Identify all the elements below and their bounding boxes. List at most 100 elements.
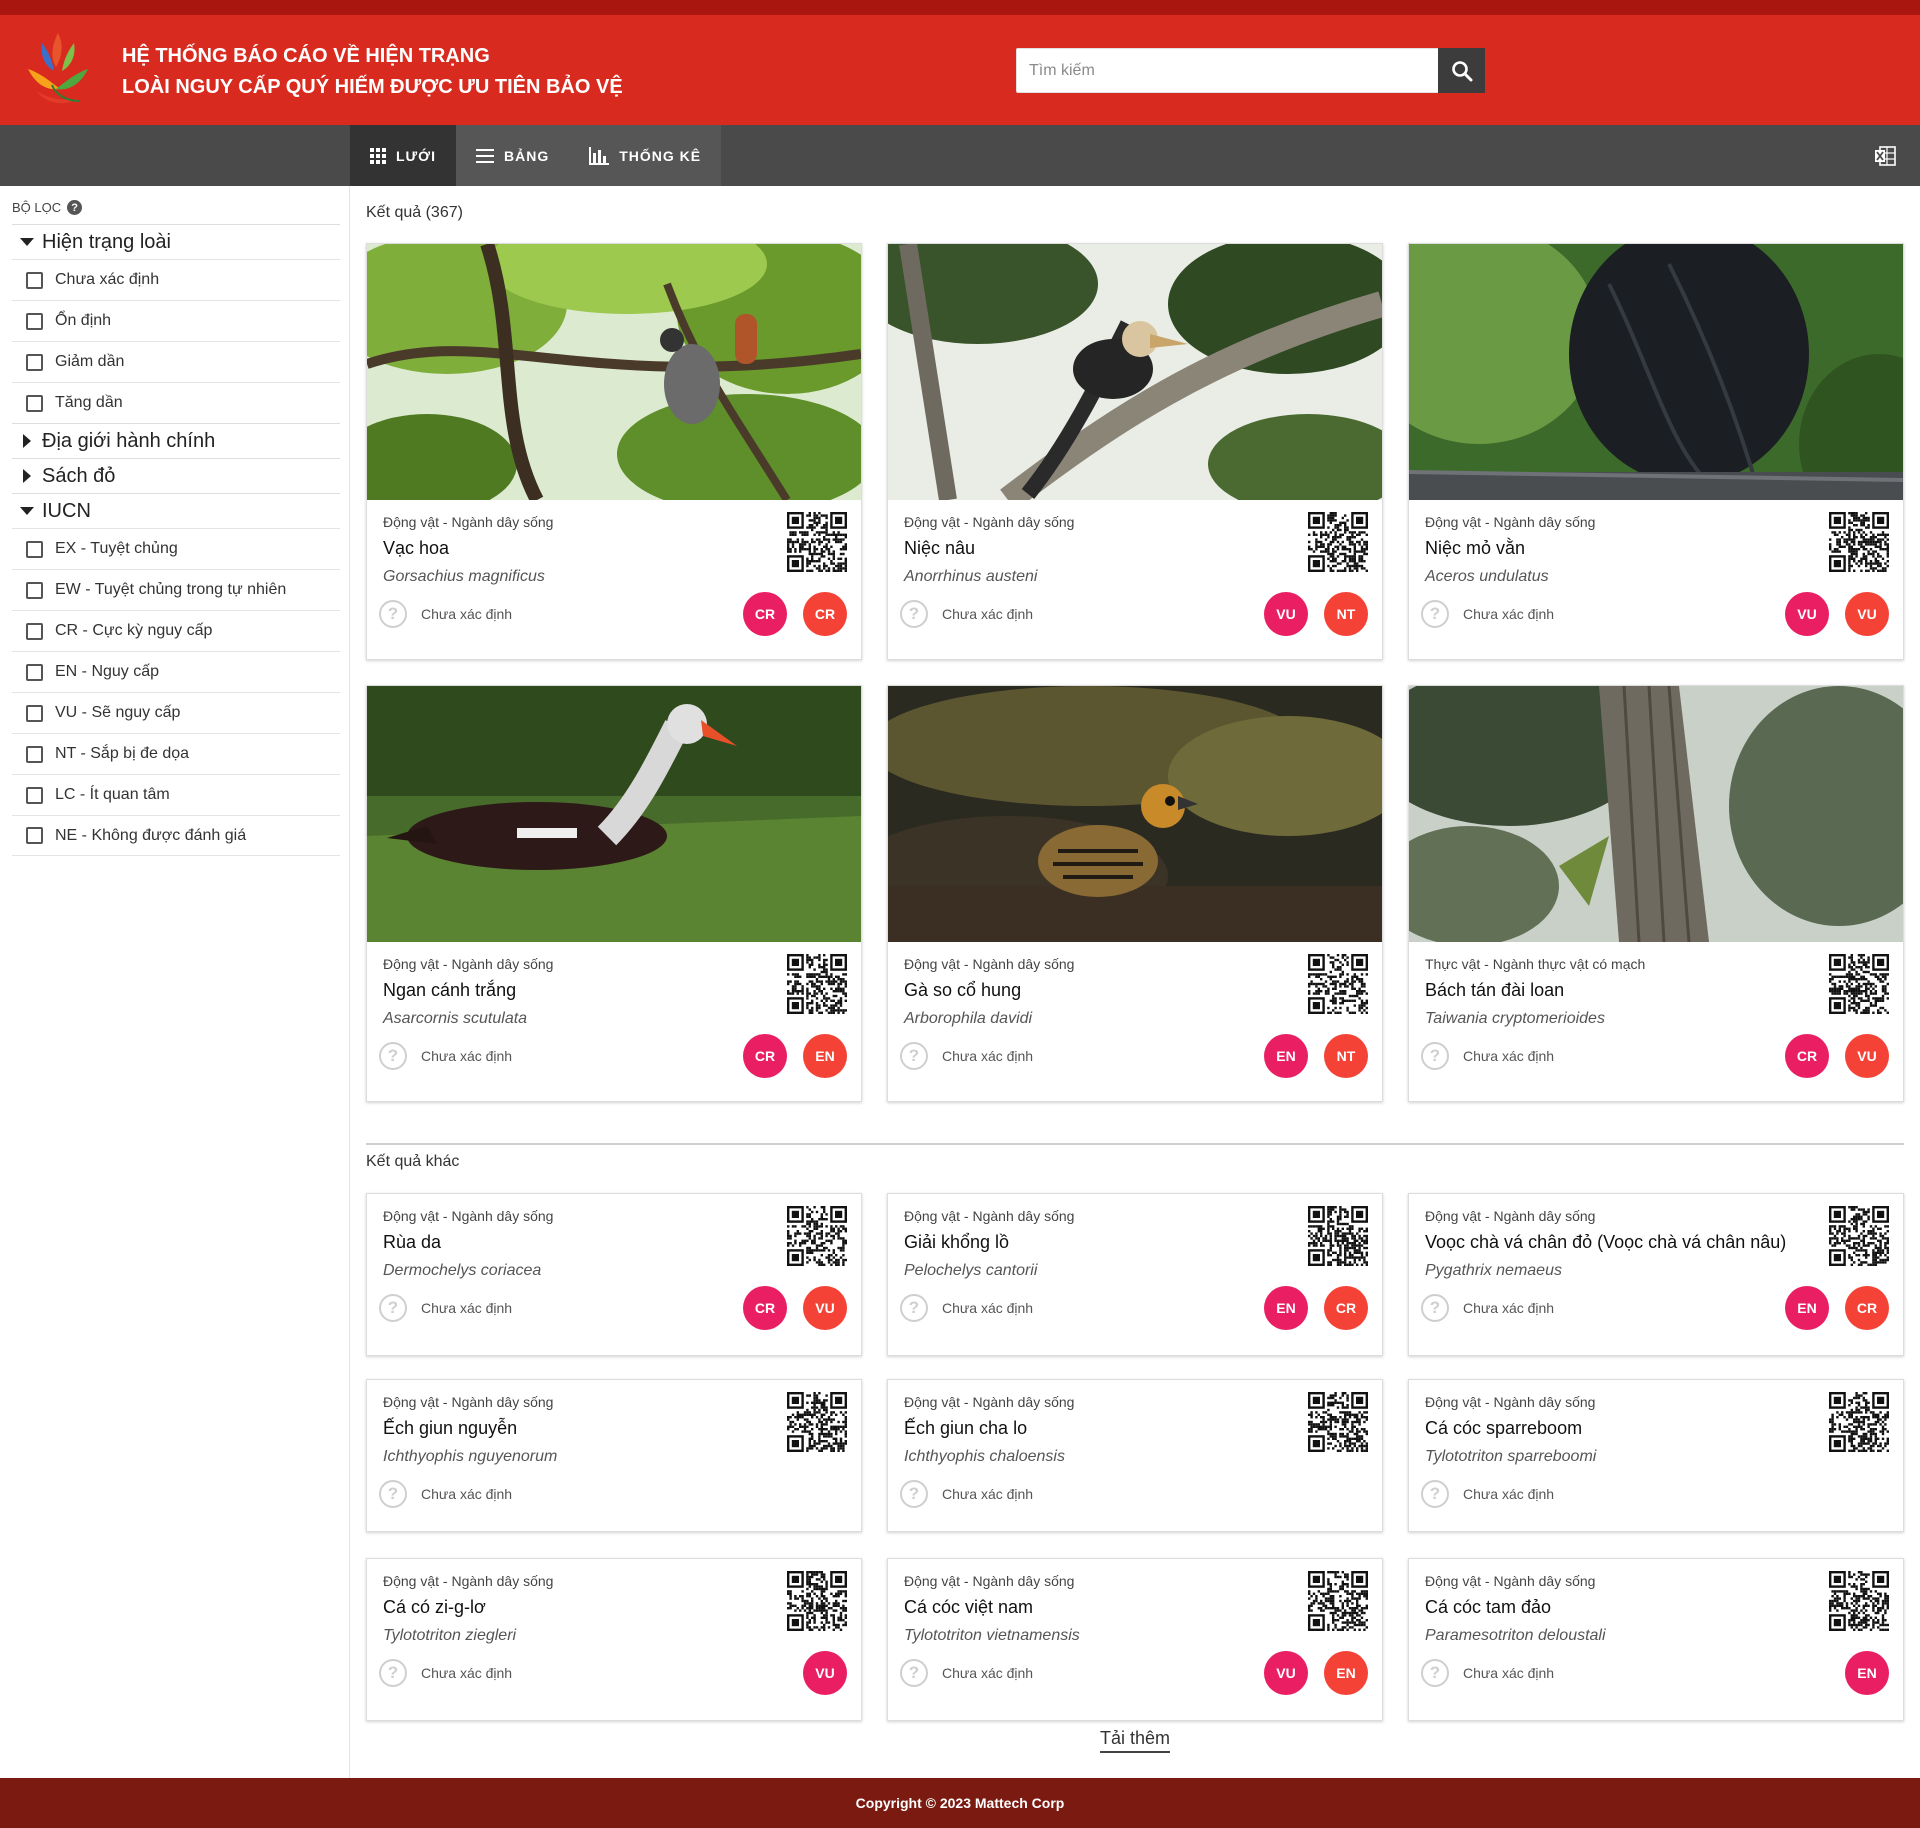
iucn-badge: NT — [1324, 1034, 1368, 1078]
tab-table[interactable]: BẢNG — [456, 125, 570, 186]
species-card[interactable]: Động vật - Ngành dây sống Niệc nâu Anorrhi… — [887, 243, 1383, 660]
scientific-name: Ichthyophis nguyenorum — [383, 1448, 558, 1465]
checkbox[interactable] — [26, 827, 43, 844]
qr-code-icon[interactable] — [1829, 954, 1889, 1014]
qr-code-icon[interactable] — [1829, 1571, 1889, 1631]
species-card[interactable]: Động vật - Ngành dây sống Rùa da Dermochel… — [366, 1193, 862, 1356]
species-card[interactable]: Động vật - Ngành dây sống Ngan cánh trắng… — [366, 685, 862, 1102]
checkbox[interactable] — [26, 353, 43, 371]
filter-section-redbook[interactable]: Sách đỏ — [12, 458, 340, 493]
checkbox[interactable] — [26, 271, 43, 289]
load-more-button[interactable]: Tải thêm — [1100, 1728, 1171, 1753]
iucn-badge: EN — [1785, 1286, 1829, 1330]
filter-option[interactable]: NE - Không được đánh giá — [12, 815, 340, 856]
population-status: ? Chưa xác định — [1421, 1659, 1554, 1687]
filter-option[interactable]: Chưa xác định — [12, 259, 340, 300]
filter-option[interactable]: Ổn định — [12, 300, 340, 341]
common-name: Giải khổng lồ — [904, 1232, 1010, 1252]
status-text: Chưa xác định — [1463, 1486, 1555, 1502]
qr-code-icon[interactable] — [1829, 1392, 1889, 1452]
filter-section-iucn[interactable]: IUCN — [12, 493, 340, 528]
filter-option[interactable]: VU - Sẽ nguy cấp — [12, 692, 340, 733]
tab-grid[interactable]: LƯỚI — [350, 125, 456, 186]
iucn-badge: EN — [1264, 1034, 1308, 1078]
search-button[interactable] — [1438, 48, 1485, 93]
filter-option[interactable]: EX - Tuyệt chủng — [12, 528, 340, 569]
checkbox[interactable] — [26, 622, 43, 640]
qr-code-icon[interactable] — [1308, 1571, 1368, 1631]
qr-code-icon[interactable] — [1308, 1392, 1368, 1452]
scientific-name: Ichthyophis chaloensis — [904, 1448, 1065, 1465]
checkbox[interactable] — [26, 745, 43, 763]
checkbox[interactable] — [26, 312, 43, 330]
species-card[interactable]: Động vật - Ngành dây sống Cá cóc sparrebo… — [1408, 1379, 1904, 1532]
scientific-name: Paramesotriton deloustali — [1425, 1627, 1606, 1644]
qr-code-icon[interactable] — [1308, 954, 1368, 1014]
filter-option[interactable]: Giảm dần — [12, 341, 340, 382]
common-name: Niệc nâu — [904, 538, 976, 558]
scientific-name: Anorrhinus austeni — [904, 568, 1038, 585]
status-text: Chưa xác định — [421, 1665, 513, 1681]
qr-code-icon[interactable] — [1308, 1206, 1368, 1266]
scientific-name: Tylototriton ziegleri — [383, 1627, 517, 1644]
card-info: Động vật - Ngành dây sống Niệc mỏ vằn Acer… — [1409, 500, 1903, 661]
checkbox[interactable] — [26, 704, 43, 722]
qr-code-icon[interactable] — [1829, 512, 1889, 572]
filter-list: Hiện trạng loài Chưa xác định Ổn định Gi… — [12, 224, 340, 856]
card-info: Động vật - Ngành dây sống Cá cóc tam đảo P… — [1409, 1559, 1903, 1722]
species-card[interactable]: Động vật - Ngành dây sống Cá cóc tam đảo P… — [1408, 1558, 1904, 1721]
qr-code-icon[interactable] — [787, 954, 847, 1014]
filter-section-admin[interactable]: Địa giới hành chính — [12, 423, 340, 458]
checkbox[interactable] — [26, 663, 43, 681]
filter-option[interactable]: CR - Cực kỳ nguy cấp — [12, 610, 340, 651]
card-info: Động vật - Ngành dây sống Cá cóc sparrebo… — [1409, 1380, 1903, 1533]
search-input[interactable] — [1017, 49, 1484, 92]
species-card[interactable]: Động vật - Ngành dây sống Giải khổng lồ Pe… — [887, 1193, 1383, 1356]
species-card[interactable]: Động vật - Ngành dây sống Vạc hoa Gorsachi… — [366, 243, 862, 660]
site-logo-icon[interactable] — [22, 29, 94, 111]
checkbox[interactable] — [26, 394, 43, 412]
species-card[interactable]: Động vật - Ngành dây sống Niệc mỏ vằn Acer… — [1408, 243, 1904, 660]
filter-option[interactable]: EW - Tuyệt chủng trong tự nhiên — [12, 569, 340, 610]
qr-code-icon[interactable] — [787, 1206, 847, 1266]
taxonomy-label: Động vật - Ngành dây sống — [1425, 1394, 1596, 1410]
conservation-badges: CR VU — [743, 1286, 847, 1330]
filter-option[interactable]: EN - Nguy cấp — [12, 651, 340, 692]
taxonomy-label: Động vật - Ngành dây sống — [383, 1573, 554, 1589]
checkbox[interactable] — [26, 786, 43, 804]
common-name: Cá có zi-g-lơ — [383, 1597, 486, 1617]
taxonomy-label: Động vật - Ngành dây sống — [1425, 1208, 1596, 1224]
question-circle-icon: ? — [900, 600, 928, 628]
species-card[interactable]: Thực vật - Ngành thực vật có mạch Bách tá… — [1408, 685, 1904, 1102]
help-icon[interactable]: ? — [67, 200, 83, 215]
species-card[interactable]: Động vật - Ngành dây sống Ếch giun cha lo… — [887, 1379, 1383, 1532]
species-card[interactable]: Động vật - Ngành dây sống Cá cóc việt nam… — [887, 1558, 1383, 1721]
qr-code-icon[interactable] — [787, 1392, 847, 1452]
qr-code-icon[interactable] — [1829, 1206, 1889, 1266]
checkbox[interactable] — [26, 540, 43, 558]
conservation-badges: EN CR — [1264, 1286, 1368, 1330]
checkbox[interactable] — [26, 581, 43, 599]
qr-code-icon[interactable] — [787, 1571, 847, 1631]
qr-code-icon[interactable] — [787, 512, 847, 572]
qr-code-icon[interactable] — [1308, 512, 1368, 572]
common-name: Cá cóc việt nam — [904, 1597, 1034, 1617]
iucn-badge: EN — [1264, 1286, 1308, 1330]
excel-export-icon[interactable] — [1874, 145, 1896, 167]
filter-section-title: IUCN — [42, 499, 91, 522]
tab-statistics[interactable]: THỐNG KÊ — [569, 125, 722, 186]
species-card[interactable]: Động vật - Ngành dây sống Cá có zi-g-lơ Ty… — [366, 1558, 862, 1721]
conservation-badges: VU VU — [1785, 592, 1889, 636]
filter-section-status[interactable]: Hiện trạng loài — [12, 224, 340, 259]
population-status: ? Chưa xác định — [900, 1294, 1033, 1322]
population-status: ? Chưa xác định — [379, 1042, 512, 1070]
filter-option[interactable]: LC - Ít quan tâm — [12, 774, 340, 815]
question-circle-icon: ? — [900, 1042, 928, 1070]
filter-option[interactable]: NT - Sắp bị đe dọa — [12, 733, 340, 774]
species-card[interactable]: Động vật - Ngành dây sống Voọc chà vá châ… — [1408, 1193, 1904, 1356]
species-card[interactable]: Động vật - Ngành dây sống Ếch giun nguyễn… — [366, 1379, 862, 1532]
filter-option[interactable]: Tăng dần — [12, 382, 340, 423]
status-text: Chưa xác định — [1463, 1048, 1555, 1064]
species-card[interactable]: Động vật - Ngành dây sống Gà so cổ hung Ar… — [887, 685, 1383, 1102]
question-circle-icon: ? — [1421, 1480, 1449, 1508]
